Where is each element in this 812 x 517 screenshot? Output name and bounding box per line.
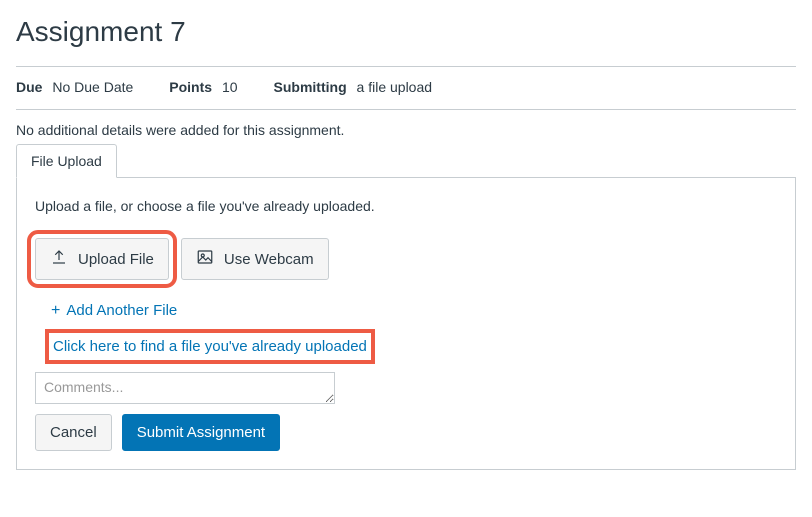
find-uploaded-file-link[interactable]: Click here to find a file you've already…	[51, 335, 369, 358]
cancel-button[interactable]: Cancel	[35, 414, 112, 451]
details-text: No additional details were added for thi…	[16, 122, 796, 138]
points-label: Points	[169, 79, 212, 95]
use-webcam-label: Use Webcam	[224, 251, 314, 268]
action-row: Cancel Submit Assignment	[35, 414, 777, 451]
divider	[16, 66, 796, 67]
tab-area: File Upload Upload a file, or choose a f…	[16, 144, 796, 470]
plus-icon: +	[51, 303, 60, 319]
points-block: Points 10	[169, 79, 237, 95]
page-title: Assignment 7	[16, 16, 796, 48]
upload-panel: Upload a file, or choose a file you've a…	[16, 177, 796, 470]
comments-input[interactable]	[35, 372, 335, 404]
tab-file-upload[interactable]: File Upload	[16, 144, 117, 178]
use-webcam-button[interactable]: Use Webcam	[181, 238, 329, 280]
upload-icon	[50, 248, 68, 270]
upload-file-button[interactable]: Upload File	[35, 238, 169, 280]
add-another-label: Add Another File	[66, 302, 177, 319]
due-block: Due No Due Date	[16, 79, 133, 95]
add-another-file-link[interactable]: + Add Another File	[35, 302, 777, 319]
submitting-block: Submitting a file upload	[274, 79, 433, 95]
assignment-meta: Due No Due Date Points 10 Submitting a f…	[16, 79, 796, 109]
button-row: Upload File Use Webcam	[35, 238, 777, 280]
points-value: 10	[222, 79, 238, 95]
due-value: No Due Date	[52, 79, 133, 95]
due-label: Due	[16, 79, 42, 95]
upload-hint: Upload a file, or choose a file you've a…	[35, 198, 777, 214]
upload-file-label: Upload File	[78, 251, 154, 268]
image-icon	[196, 248, 214, 270]
submitting-label: Submitting	[274, 79, 347, 95]
submitting-value: a file upload	[357, 79, 433, 95]
submit-assignment-button[interactable]: Submit Assignment	[122, 414, 280, 451]
divider	[16, 109, 796, 110]
